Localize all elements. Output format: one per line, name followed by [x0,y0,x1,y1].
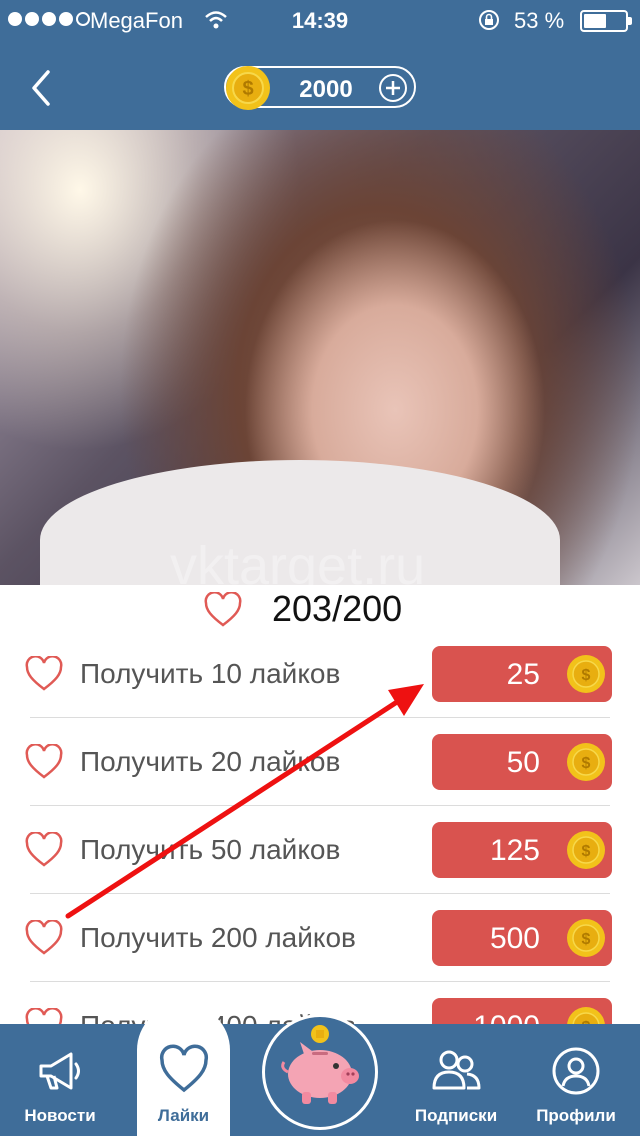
buy-button[interactable]: 500 $ [432,910,612,966]
buy-button[interactable]: 25 $ [432,646,612,702]
buy-button[interactable]: 50 $ [432,734,612,790]
price-value: 50 [506,746,540,779]
battery-percent: 53 % [514,8,565,33]
plus-circle-icon[interactable] [378,73,408,103]
chevron-left-icon[interactable] [26,68,56,108]
balance-amount: 2000 [299,76,353,103]
svg-text:$: $ [242,78,253,100]
coin-icon: $ [226,66,270,110]
svg-text:$: $ [582,667,591,684]
offer-row[interactable]: Получить 50 лайков 125 $ [0,806,640,894]
buy-button[interactable]: 125 $ [432,822,612,878]
heart-outline-icon [25,656,63,691]
svg-text:$: $ [582,931,591,948]
tab-profiles[interactable]: Профили [520,1024,632,1136]
heart-icon [159,1044,208,1093]
coin-icon: $ [567,919,605,957]
balance-pill[interactable]: $ 2000 [224,66,416,110]
heart-outline-icon [25,744,63,779]
coin-icon: $ [567,831,605,869]
offer-row[interactable]: Получить 10 лайков 25 $ [0,630,640,718]
likes-counter: 203/200 [272,588,403,629]
tab-news[interactable]: Новости [0,1024,120,1136]
heart-outline-icon [25,832,63,867]
svg-text:$: $ [582,843,591,860]
price-value: 25 [506,658,540,691]
tab-label: Лайки [157,1106,210,1125]
heart-outline-icon [204,592,242,627]
offer-row[interactable]: Получить 20 лайков 50 $ [0,718,640,806]
offer-label: Получить 20 лайков [80,746,341,777]
profile-photo: vktarget.ru [0,130,640,585]
status-bar: MegaFon 14:39 53 % [0,0,640,40]
tab-label: Новости [24,1106,96,1125]
watermark: vktarget.ru [170,536,426,585]
users-icon [432,1050,481,1090]
coin-icon: $ [567,743,605,781]
piggy-bank-icon [281,1025,359,1104]
price-value: 500 [489,922,540,955]
profile-icon [552,1047,600,1095]
offer-row[interactable]: Получить 200 лайков 500 $ [0,894,640,982]
svg-text:$: $ [582,755,591,772]
battery-icon [580,10,632,32]
offer-label: Получить 10 лайков [80,658,341,689]
offer-list: Получить 10 лайков 25 $ Получить 20 лайк… [0,630,640,1070]
header: MegaFon 14:39 53 % $ 2000 [0,0,640,130]
offer-label: Получить 200 лайков [80,922,356,953]
heart-outline-icon [25,920,63,955]
tab-label: Подписки [414,1106,498,1125]
tab-label: Профили [536,1106,616,1125]
tab-likes[interactable]: Лайки [137,1024,230,1136]
tab-subscriptions[interactable]: Подписки [404,1024,508,1136]
offer-label: Получить 50 лайков [80,834,341,865]
megaphone-icon [39,1052,80,1090]
price-value: 125 [489,834,540,867]
coin-icon: $ [567,655,605,693]
rotation-lock-icon [479,10,499,30]
